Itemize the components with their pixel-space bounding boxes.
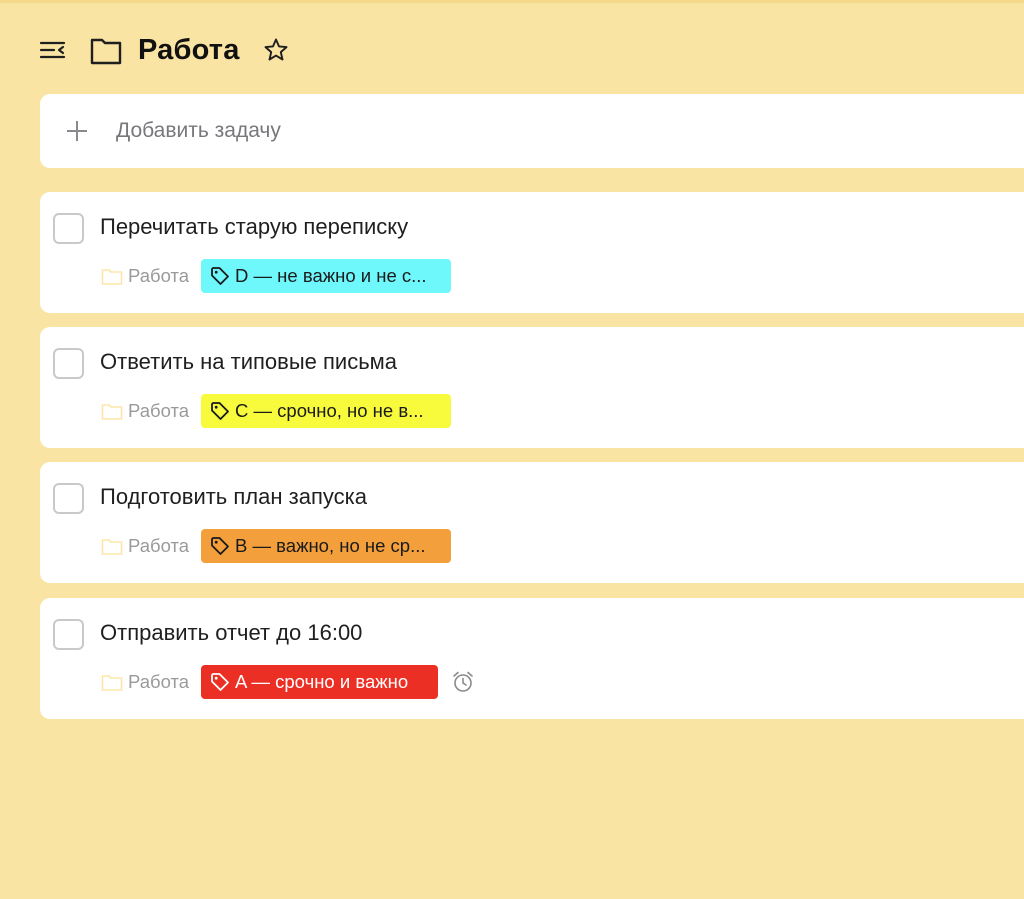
add-task-input[interactable]: Добавить задачу (40, 94, 1024, 168)
task-checkbox[interactable] (53, 348, 84, 379)
task-checkbox[interactable] (53, 619, 84, 650)
task-checkbox[interactable] (53, 213, 84, 244)
plus-icon[interactable] (62, 116, 92, 146)
task-title[interactable]: Подготовить план запуска (100, 484, 367, 510)
task-meta: Работа D — не важно и не с... (100, 259, 452, 293)
project-label[interactable]: Работа (128, 535, 189, 557)
tag-label: D — не важно и не с... (235, 265, 427, 286)
task-checkbox[interactable] (53, 483, 84, 514)
window-top-edge (0, 0, 1024, 3)
collapse-menu-icon[interactable] (38, 35, 68, 65)
task-item[interactable]: Перечитать старую переписку Работа D — не … (40, 192, 1024, 313)
page-title: Работа (138, 33, 240, 66)
folder-icon (100, 670, 124, 694)
tag-chip[interactable]: A — срочно и важно (201, 665, 439, 699)
star-outline-icon[interactable] (262, 36, 290, 64)
tag-chip[interactable]: C — срочно, но не в... (201, 394, 452, 428)
alarm-clock-icon[interactable] (450, 669, 476, 695)
tag-label: C — срочно, но не в... (235, 400, 424, 421)
task-meta: Работа C — срочно, но не в... (100, 394, 452, 428)
tag-chip[interactable]: B — важно, но не ср... (201, 529, 452, 563)
project-label[interactable]: Работа (128, 265, 189, 287)
tag-icon (209, 535, 231, 557)
task-title[interactable]: Перечитать старую переписку (100, 214, 408, 240)
task-meta: Работа A — срочно и важно (100, 665, 476, 699)
tag-chip[interactable]: D — не важно и не с... (201, 259, 452, 293)
folder-icon (100, 399, 124, 423)
task-title[interactable]: Ответить на типовые письма (100, 349, 397, 375)
folder-icon (88, 32, 124, 68)
tag-label: B — важно, но не ср... (235, 535, 426, 556)
task-title[interactable]: Отправить отчет до 16:00 (100, 620, 362, 646)
task-item[interactable]: Подготовить план запуска Работа B — важно,… (40, 462, 1024, 583)
task-item[interactable]: Отправить отчет до 16:00 Работа A — срочно… (40, 598, 1024, 719)
project-label[interactable]: Работа (128, 671, 189, 693)
project-label[interactable]: Работа (128, 400, 189, 422)
task-meta: Работа B — важно, но не ср... (100, 529, 452, 563)
page-header: Работа (38, 30, 290, 70)
folder-icon (100, 264, 124, 288)
tag-icon (209, 671, 231, 693)
tag-icon (209, 265, 231, 287)
tag-label: A — срочно и важно (235, 671, 409, 692)
add-task-placeholder: Добавить задачу (116, 119, 281, 142)
task-item[interactable]: Ответить на типовые письма Работа C — сроч… (40, 327, 1024, 448)
folder-icon (100, 534, 124, 558)
tag-icon (209, 400, 231, 422)
